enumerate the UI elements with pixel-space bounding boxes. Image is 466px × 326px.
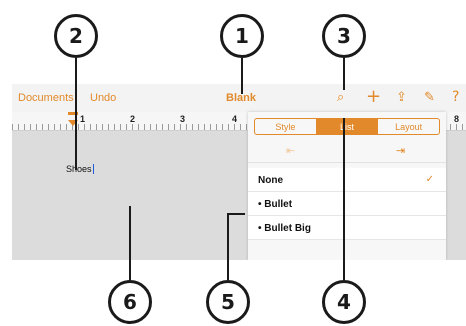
callout-3: 3	[322, 14, 366, 58]
list-item-label: • Bullet Big	[258, 223, 311, 234]
popover-segmented-control: Style List Layout	[254, 118, 440, 135]
callout-5-leader	[227, 214, 229, 280]
ruler-number: 1	[80, 114, 86, 124]
list-style-list: None ✓ • Bullet • Bullet Big	[248, 168, 446, 240]
help-icon[interactable]: ?	[452, 89, 459, 105]
callout-6-leader	[129, 206, 131, 280]
document-text: Shoes	[66, 164, 92, 174]
list-item-label: None	[258, 175, 283, 186]
ruler-number: 3	[180, 114, 186, 124]
documents-button[interactable]: Documents	[18, 92, 74, 104]
outdent-icon[interactable]: ⇤	[286, 144, 295, 157]
list-item-bullet[interactable]: • Bullet	[248, 192, 446, 216]
tab-layout[interactable]: Layout	[377, 119, 439, 134]
list-item-none[interactable]: None ✓	[248, 168, 446, 192]
callout-4: 4	[322, 280, 366, 324]
callout-1-leader	[241, 58, 243, 94]
brush-icon[interactable]: ⌕	[337, 90, 344, 105]
checkmark-icon: ✓	[425, 174, 434, 185]
indent-icon[interactable]: ⇥	[396, 144, 405, 157]
format-popover: Style List Layout ⇤ ⇥ None ✓ • Bullet • …	[248, 112, 446, 260]
document-body-text[interactable]: Shoes	[66, 164, 94, 174]
tab-style[interactable]: Style	[255, 119, 316, 134]
indent-controls: ⇤ ⇥	[248, 140, 446, 163]
list-item-label: • Bullet	[258, 199, 293, 210]
ruler-number: 4	[232, 114, 238, 124]
callout-4-leader	[343, 118, 345, 280]
wrench-icon[interactable]: ✎	[424, 90, 435, 105]
share-icon[interactable]: ⇪	[396, 90, 407, 105]
text-caret	[92, 164, 94, 174]
undo-button[interactable]: Undo	[90, 92, 116, 104]
plus-icon[interactable]: +	[366, 86, 381, 107]
callout-2: 2	[54, 14, 98, 58]
callout-6: 6	[108, 280, 152, 324]
tab-list[interactable]: List	[315, 119, 378, 134]
list-item-bullet-big[interactable]: • Bullet Big	[248, 216, 446, 240]
callout-5: 5	[206, 280, 250, 324]
callout-2-leader	[75, 58, 77, 170]
ruler-number: 8	[454, 114, 460, 124]
callout-1: 1	[220, 14, 264, 58]
ruler-number: 2	[130, 114, 136, 124]
toolbar: Documents Undo Blank ⌕ + ⇪ ✎ ?	[12, 84, 466, 112]
app-window: Documents Undo Blank ⌕ + ⇪ ✎ ? 1 2 3 4 8…	[12, 84, 466, 260]
callout-3-leader	[343, 58, 345, 90]
callout-5-leader-h	[227, 213, 245, 215]
